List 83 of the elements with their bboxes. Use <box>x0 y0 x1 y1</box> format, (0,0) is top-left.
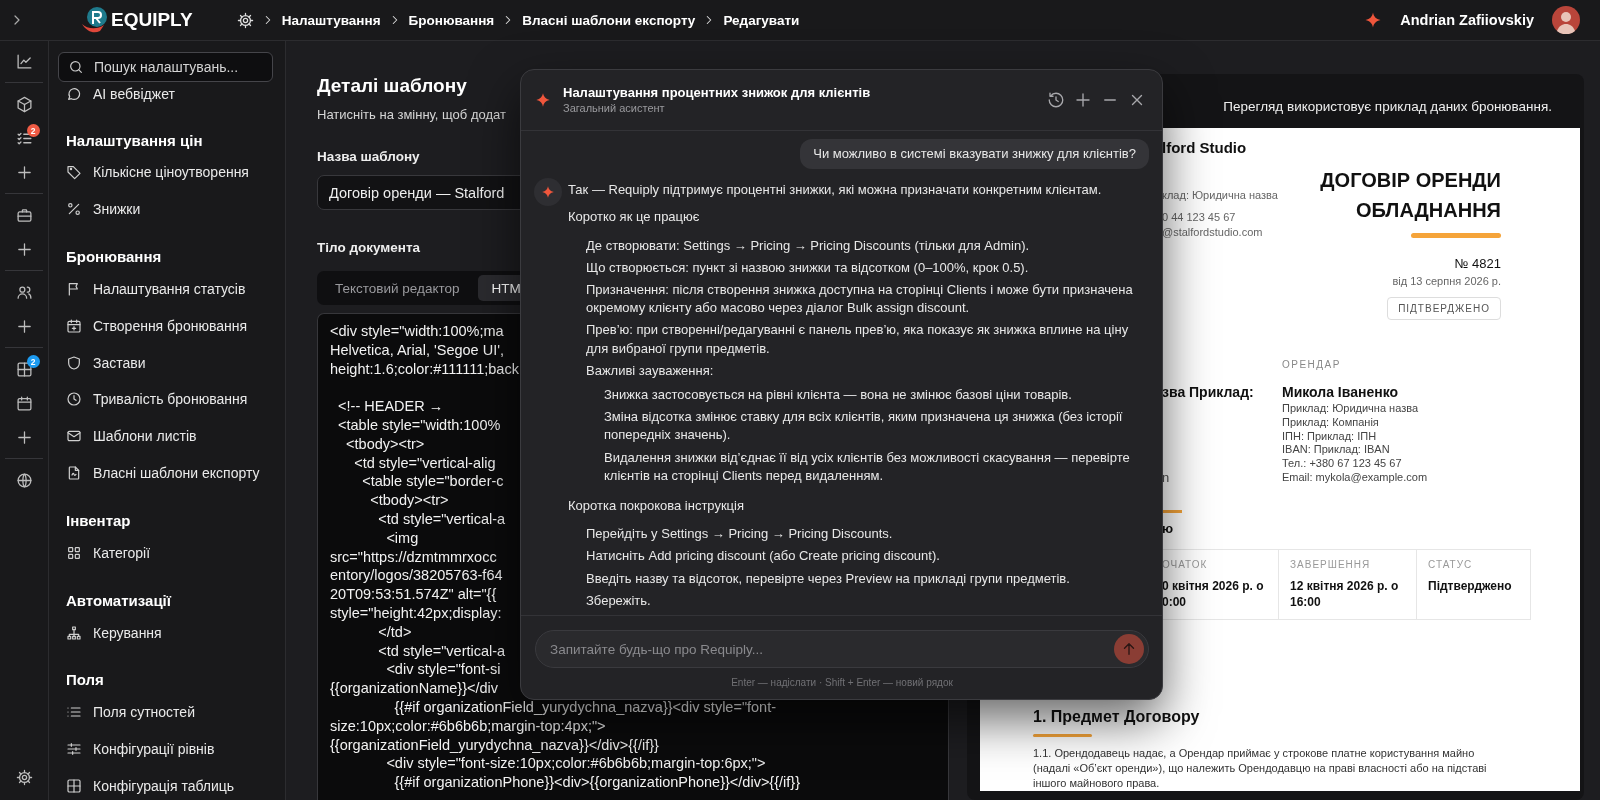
code-line: {{organizationName}}</div <box>330 679 499 698</box>
preview-note: Перегляд використовує приклад даних бронювання. <box>1223 98 1552 116</box>
document-title: ДОГОВІР ОРЕНДИ <box>1320 168 1501 193</box>
count-badge: 2 <box>26 355 40 368</box>
code-line: <img <box>385 528 419 548</box>
list-item-text: Знижка застосовується на рівні клієнта — вона не змінює базові ціни товарів. <box>604 386 1073 405</box>
table-cell-text: Підтверджено <box>1428 577 1513 594</box>
code-line: <td style="vertical-a <box>377 641 506 661</box>
document-heading: 1. Предмет Договору <box>1033 706 1201 727</box>
dialog-title: Налаштування процентних знижок для клієнтів <box>563 84 871 101</box>
document-paragraph: 1.1. Орендодавець надає, а Орендар приймає у строкове платне користування майно (надалі «Об’єкт оренди»), що належить Орендодавцю на праві власності або на підставі іншого майнового права. <box>1033 746 1488 791</box>
code-line: <div style="font-si <box>385 660 501 680</box>
section-heading: Автоматизації <box>65 590 173 611</box>
code-line: size:10px;color:#6b6b6b;margin-top:4px;"> <box>330 716 606 736</box>
list-item-text: Зміна відсотка змінює ставку для всіх клієнтів, яким призначена ця знижка (без історії попередніх значень). <box>604 408 1124 445</box>
code-line: {{#if organizationField_yurydychna_nazva}}<div style="font- <box>393 698 777 717</box>
list-item-text: Видалення знижки від’єднає її від усіх клієнтів без можливості скасування — перевірте клієнтів на сторінці Clients перед видаленням. <box>604 448 1131 485</box>
document-text: клад: Юридична назва <box>1162 188 1278 202</box>
table-header: СТАТУС <box>1428 557 1474 572</box>
list-item-text: Де створювати: Settings → Pricing → Pricing Discounts (тільки для Admin). <box>586 236 1031 255</box>
party-detail: Тел.: +380 67 123 45 67 <box>1282 457 1403 471</box>
code-line: <tbody><tr> <box>345 434 425 454</box>
count-badge: 2 <box>26 124 40 137</box>
document-text: lford Studio <box>1162 138 1248 158</box>
page-title: Деталі шаблону <box>317 74 467 98</box>
user-message: Чи можливо в системі вказувати знижку для клієнтів? <box>800 139 1149 170</box>
party-detail: ІПН: Приклад: ІПН <box>1282 429 1378 444</box>
code-line: {{organizationField_yurydychna_nazva}}</div>{{/if}} <box>330 735 659 755</box>
message-text: Так — Requiply підтримує процентні знижки, які можна призначати конкретним клієнтам. <box>568 181 1103 200</box>
section-heading: Бронювання <box>65 247 163 268</box>
list-item-text: Прев’ю: при створенні/редагуванні є панель прев’ю, яка показує як знижка вплине на ціну для вибраної групи предметів. <box>586 321 1130 358</box>
section-heading: Налаштування цін <box>65 130 204 151</box>
document-text: ю <box>1162 519 1175 538</box>
document-text: n <box>1162 470 1171 485</box>
table-cell-text: 0 квітня 2026 р. о 0:00 <box>1162 577 1265 610</box>
code-line: Helvetica, Arial, 'Segoe UI', <box>330 340 504 360</box>
code-line: entory/logos/38205763-f64 <box>330 566 503 586</box>
party-detail: Email: mykola@example.com <box>1282 471 1429 485</box>
user-name: Andrian Zafiiovskiy <box>1400 12 1534 28</box>
message-heading: Коротка покрокова інструкція <box>568 497 745 516</box>
message-heading: Коротко як це працює <box>568 208 701 227</box>
field-label: Назва шаблону <box>317 148 420 166</box>
party-name: Микола Іваненко <box>1282 383 1400 402</box>
list-item-text: Що створюється: пункт зі назвою знижки та відсотком (0–100%, крок 0.5). <box>586 258 1030 277</box>
party-label: ОРЕНДАР <box>1282 358 1342 372</box>
code-line: {{#if organizationPhone}}<div>{{organizationPhone}}</div>{{/if}} <box>393 773 801 792</box>
code-line: <td style="vertical-alig <box>353 453 496 473</box>
party-detail: Приклад: Компанія <box>1282 415 1380 430</box>
table-header: ЗАВЕРШЕННЯ <box>1290 557 1372 572</box>
code-line: height:1.6;color:#111111;back <box>330 359 519 379</box>
code-line: </td> <box>377 622 412 642</box>
party-detail: IBAN: Приклад: IBAN <box>1282 443 1391 458</box>
document-title: ОБЛАДНАННЯ <box>1355 198 1501 223</box>
list-item-text: Натисніть Add pricing discount (або Create pricing discount). <box>586 547 941 566</box>
code-line: <div style="font-size:10px;color:#6b6b6b;margin-top:6px;"> <box>385 754 766 774</box>
document-text: зва Приклад: <box>1162 383 1255 402</box>
code-line: <table style="width:100% <box>337 416 501 435</box>
hint-text: Enter — надіслати · Shift + Enter — новий рядок <box>730 676 954 690</box>
list-item-text: Збережіть. <box>586 591 652 610</box>
list-item-text: Перейдіть у Settings → Pricing → Pricing Discounts. <box>586 525 894 544</box>
code-line: <tbody><tr> <box>369 491 449 511</box>
document-text: @stalfordstudio.com <box>1162 225 1264 239</box>
code-line: src="https://dzmtmmrxocc <box>330 547 497 567</box>
hint-text: Натисніть на змінну, щоб додат <box>317 106 506 124</box>
code-line: <td style="vertical-a <box>377 510 506 529</box>
document-number: № 4821 <box>1454 255 1501 273</box>
logo-text: EQUIPLY <box>111 9 193 31</box>
code-line: <div style="width:100%;ma <box>330 322 504 341</box>
field-label: Тіло документа <box>317 239 421 258</box>
list-item-text: Важливі зауваження: <box>586 361 715 380</box>
party-detail: Приклад: Юридична назва <box>1282 402 1420 416</box>
status-tag: ПІДТВЕРДЖЕНО <box>1387 297 1501 320</box>
section-heading: Поля <box>65 670 105 691</box>
code-line: 20T09:53:51.574Z" alt="{{ <box>330 585 497 605</box>
dialog-subtitle: Загальний асистент <box>563 101 666 116</box>
list-item-text: Призначення: після створення знижка доступна на сторінці Clients і може бути призначена окремому клієнту або масово через діалог Bulk assign discount. <box>586 281 1134 318</box>
table-cell-text: 12 квітня 2026 р. о 16:00 <box>1290 577 1400 610</box>
code-line: <table style="border-c <box>361 472 504 492</box>
document-date: від 13 серпня 2026 р. <box>1392 274 1501 289</box>
list-item-text: Введіть назву та відсоток, перевірте через Preview на прикладі групи предметів. <box>586 569 1071 588</box>
code-line: style="height:42px;display: <box>330 604 502 623</box>
code-line: <!-- HEADER → <box>337 397 444 417</box>
section-heading: Інвентар <box>65 510 132 531</box>
